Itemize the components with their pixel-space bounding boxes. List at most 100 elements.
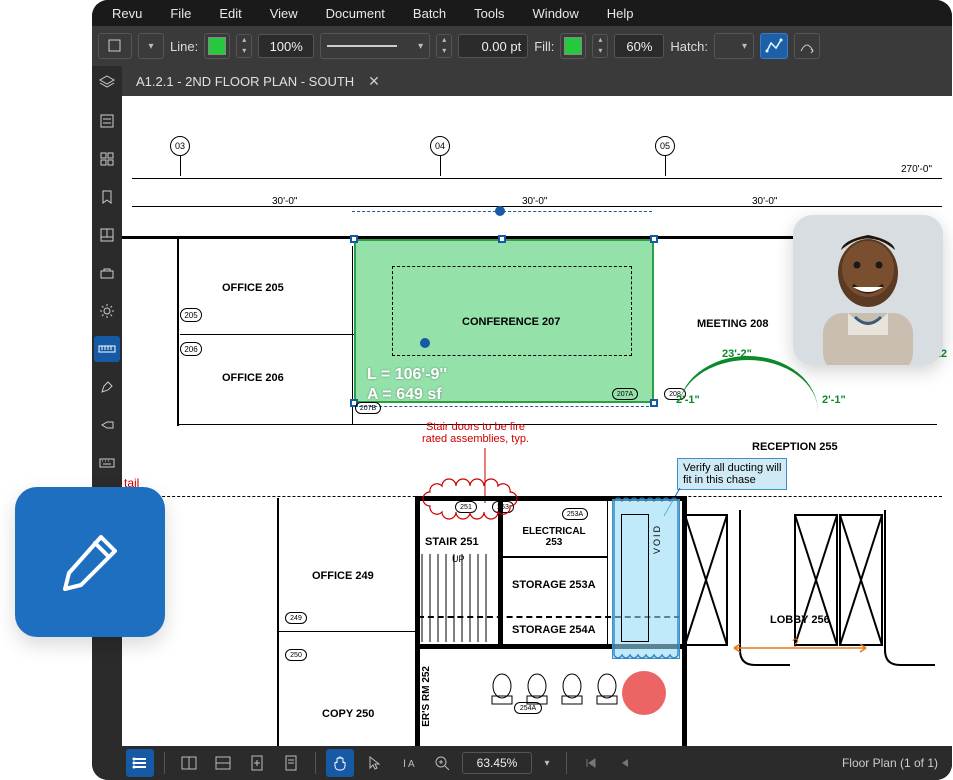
hatch-label: Hatch: [670, 39, 708, 54]
door-tag-207a: 207A [612, 388, 638, 400]
toolbox-icon[interactable] [94, 260, 120, 286]
property-toolbar: ▾ Line: ▴▾ ▾ ▴▾ Fill: ▴▾ Hatch: ▾ [92, 26, 952, 66]
text-select-icon[interactable]: IA [394, 749, 422, 777]
close-icon[interactable]: ✕ [368, 73, 380, 90]
line-style-icon [327, 45, 397, 47]
shape-tool-chevron[interactable]: ▾ [138, 33, 164, 59]
line-pt-stepper[interactable]: ▴▾ [436, 34, 452, 58]
hatch-select[interactable]: ▾ [714, 33, 754, 59]
fill-label: Fill: [534, 39, 554, 54]
menu-revu[interactable]: Revu [100, 3, 154, 24]
document-area: A1.2.1 - 2ND FLOOR PLAN - SOUTH ✕ 03 04 … [122, 66, 952, 780]
color-swatch-icon [208, 37, 226, 55]
gear-icon[interactable] [94, 298, 120, 324]
dim-green-left: 2'-1" [676, 394, 700, 406]
measure-area: A = 649 sf [367, 386, 442, 404]
menu-window[interactable]: Window [521, 3, 591, 24]
label-storage254a: STORAGE 254A [512, 624, 596, 636]
door-tag-206: 206 [180, 342, 202, 356]
body-row: A1.2.1 - 2ND FLOOR PLAN - SOUTH ✕ 03 04 … [92, 66, 952, 780]
line-width-stepper[interactable]: ▴▾ [236, 34, 252, 58]
menu-tools[interactable]: Tools [462, 3, 516, 24]
menu-help[interactable]: Help [595, 3, 646, 24]
door-tag-205: 205 [180, 308, 202, 322]
document-tab[interactable]: A1.2.1 - 2ND FLOOR PLAN - SOUTH ✕ [122, 66, 394, 96]
new-page-icon[interactable] [243, 749, 271, 777]
status-bar: IA ▾ Floor Plan (1 of 1) [122, 746, 952, 780]
polyline-tool-button[interactable] [760, 33, 788, 59]
zoom-icon[interactable] [428, 749, 456, 777]
label-office206: OFFICE 206 [222, 372, 284, 384]
fill-opacity-stepper[interactable]: ▴▾ [592, 34, 608, 58]
svg-text:I: I [403, 758, 406, 770]
pencil-icon [55, 527, 125, 597]
fill-opacity-field[interactable] [614, 34, 664, 58]
tab-strip: A1.2.1 - 2ND FLOOR PLAN - SOUTH ✕ [122, 66, 952, 96]
label-office205: OFFICE 205 [222, 282, 284, 294]
door-tag-250: 250 [285, 649, 307, 661]
label-storage253a: STORAGE 253A [512, 579, 596, 591]
arc-tool-button[interactable] [794, 33, 820, 59]
bookmark-icon[interactable] [94, 184, 120, 210]
shape-tool-dropdown[interactable] [98, 33, 132, 59]
line-style-select[interactable]: ▾ [320, 33, 430, 59]
panel-toggle-button[interactable] [126, 749, 154, 777]
grid-icon[interactable] [94, 146, 120, 172]
user-avatar [793, 215, 943, 365]
page-icon[interactable] [277, 749, 305, 777]
svg-text:A: A [408, 759, 415, 770]
label-meeting208: MEETING 208 [697, 318, 769, 330]
dim-span3: 30'-0" [752, 196, 777, 207]
pen-icon[interactable] [94, 374, 120, 400]
dim-span1: 30'-0" [272, 196, 297, 207]
tag-icon[interactable] [94, 412, 120, 438]
tab-title: A1.2.1 - 2ND FLOOR PLAN - SOUTH [136, 74, 354, 89]
line-width-field[interactable] [258, 34, 314, 58]
layers-icon[interactable] [94, 70, 120, 96]
floorplan-icon[interactable] [94, 222, 120, 248]
measure-icon[interactable] [94, 336, 120, 362]
menu-edit[interactable]: Edit [207, 3, 253, 24]
pan-tool-button[interactable] [326, 749, 354, 777]
form-icon[interactable] [94, 108, 120, 134]
menu-batch[interactable]: Batch [401, 3, 458, 24]
line-pt-field[interactable] [458, 34, 528, 58]
dim-green-span: 23'-2" [722, 348, 752, 360]
label-ers252: ER'S RM 252 [421, 666, 432, 727]
color-swatch-icon [564, 37, 582, 55]
grid-bubble-04: 04 [430, 136, 450, 156]
pencil-card [15, 487, 165, 637]
label-office249: OFFICE 249 [312, 570, 374, 582]
dim-span2: 30'-0" [522, 196, 547, 207]
dim-total: 270'-0" [901, 164, 932, 175]
label-reception255: RECEPTION 255 [752, 441, 838, 453]
note-ducting: Verify all ducting will fit in this chas… [677, 458, 787, 490]
keyboard-icon[interactable] [94, 450, 120, 476]
first-page-icon[interactable] [577, 749, 605, 777]
menu-view[interactable]: View [258, 3, 310, 24]
line-color-swatch[interactable] [204, 33, 230, 59]
label-stair251: STAIR 251 [425, 536, 479, 548]
prev-page-icon[interactable] [611, 749, 639, 777]
zoom-dropdown[interactable]: ▾ [538, 749, 556, 777]
door-tag-249: 249 [285, 612, 307, 624]
menubar: Revu File Edit View Document Batch Tools… [92, 0, 952, 26]
menu-document[interactable]: Document [314, 3, 397, 24]
grid-bubble-03: 03 [170, 136, 190, 156]
label-conference207: CONFERENCE 207 [462, 316, 560, 328]
select-tool-icon[interactable] [360, 749, 388, 777]
fill-color-swatch[interactable] [560, 33, 586, 59]
app-window: Revu File Edit View Document Batch Tools… [92, 0, 952, 780]
door-tag-253a: 253A [562, 508, 588, 520]
zoom-field[interactable] [462, 752, 532, 774]
page-indicator: Floor Plan (1 of 1) [842, 756, 948, 770]
line-label: Line: [170, 39, 198, 54]
split-vertical-icon[interactable] [175, 749, 203, 777]
label-electrical253: ELECTRICAL 253 [514, 526, 594, 548]
split-horizontal-icon[interactable] [209, 749, 237, 777]
label-copy250: COPY 250 [322, 708, 374, 720]
door-tag-207b: 207B [355, 402, 381, 414]
dim-orange-q: ? [792, 636, 799, 650]
menu-file[interactable]: File [158, 3, 203, 24]
drawing-canvas[interactable]: 03 04 05 270'-0" 30'-0" 30'-0" 30'-0" [122, 96, 952, 746]
